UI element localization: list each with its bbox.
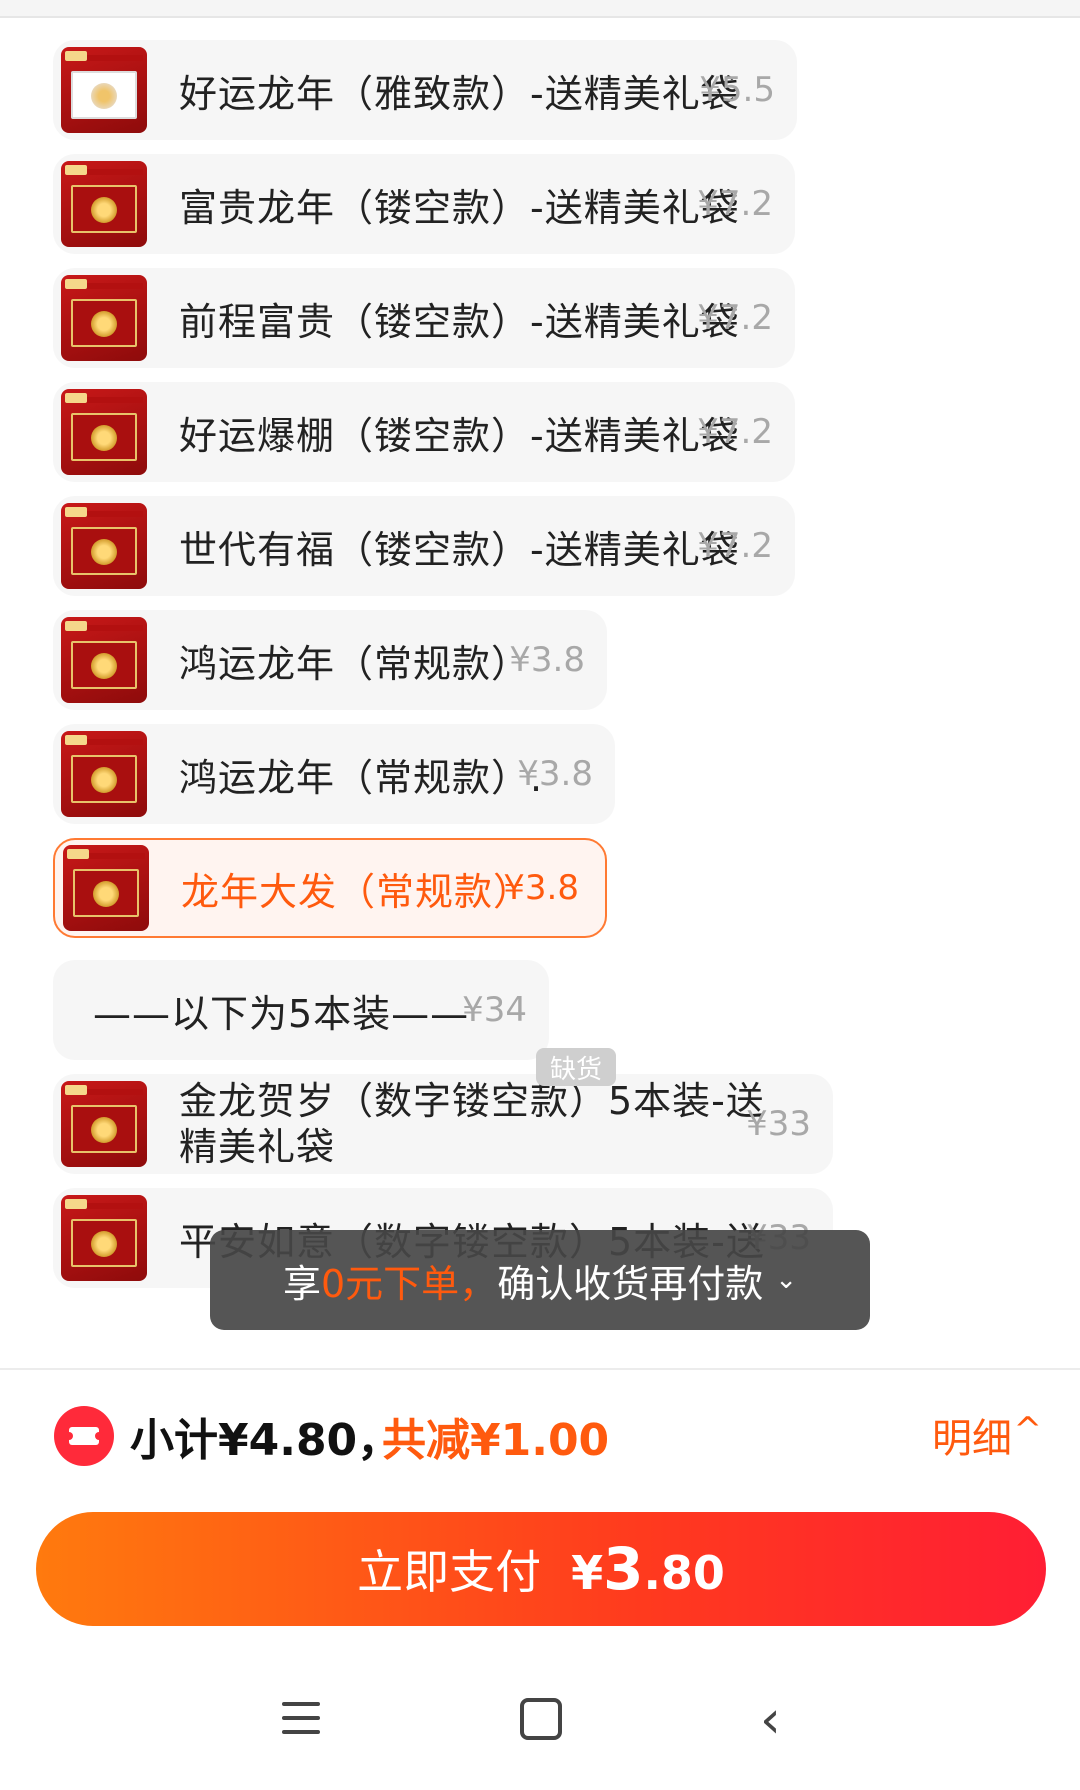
pay-button-label: 立即支付 bbox=[357, 1545, 542, 1599]
toast-prefix: 享 bbox=[282, 1261, 321, 1306]
product-thumbnail bbox=[61, 1195, 147, 1281]
discount-text: 共减¥1.00 bbox=[382, 1415, 610, 1466]
sku-price: ¥33 bbox=[746, 1104, 811, 1144]
sku-option[interactable]: 富贵龙年（镂空款）-送精美礼袋 ¥7.2 bbox=[53, 154, 795, 254]
product-thumbnail bbox=[63, 845, 149, 931]
sku-price: ¥7.2 bbox=[697, 184, 773, 224]
system-nav-bar: ‹ bbox=[0, 1690, 1080, 1788]
out-of-stock-badge: 缺货 bbox=[536, 1048, 616, 1086]
toast-highlight: 0元下单， bbox=[321, 1261, 498, 1306]
sku-name: ——以下为5本装—— bbox=[93, 991, 470, 1036]
product-thumbnail bbox=[61, 389, 147, 475]
sku-option[interactable]: 好运龙年（雅致款）-送精美礼袋 ¥5.5 bbox=[53, 40, 797, 140]
sku-option[interactable]: 世代有福（镂空款）-送精美礼袋 ¥7.2 bbox=[53, 496, 795, 596]
toast-suffix: 确认收货再付款 bbox=[497, 1261, 764, 1306]
menu-icon[interactable] bbox=[282, 1702, 320, 1734]
sku-list: 好运龙年（雅致款）-送精美礼袋 ¥5.5 富贵龙年（镂空款）-送精美礼袋 ¥7.… bbox=[16, 18, 1064, 1368]
product-thumbnail bbox=[61, 617, 147, 703]
chevron-down-icon: ⌄ bbox=[775, 1265, 797, 1295]
zero-yuan-order-toast[interactable]: 享 0元下单， 确认收货再付款 ⌄ bbox=[210, 1230, 870, 1330]
back-icon[interactable]: ‹ bbox=[760, 1690, 781, 1750]
sku-option[interactable]: 鸿运龙年（常规款）. ¥3.8 bbox=[53, 724, 615, 824]
sku-option[interactable]: 鸿运龙年（常规款） ¥3.8 bbox=[53, 610, 607, 710]
sku-name: 龙年大发（常规款） bbox=[181, 869, 533, 914]
chevron-up-icon[interactable]: ^ bbox=[1014, 1410, 1043, 1450]
pay-currency: ¥ bbox=[571, 1546, 604, 1600]
pay-now-button[interactable]: 立即支付 ¥3.80 bbox=[36, 1512, 1046, 1626]
sku-name: 世代有福（镂空款）-送精美礼袋 bbox=[179, 527, 740, 572]
sku-name: 好运龙年（雅致款）-送精美礼袋 bbox=[179, 71, 740, 116]
coupon-icon bbox=[54, 1406, 114, 1466]
sku-price: ¥34 bbox=[462, 990, 527, 1030]
sku-price: ¥5.5 bbox=[699, 70, 775, 110]
subtotal-text: 小计¥4.80， bbox=[130, 1415, 402, 1466]
sku-price: ¥3.8 bbox=[503, 868, 579, 908]
product-thumbnail bbox=[61, 47, 147, 133]
top-divider bbox=[0, 0, 1080, 18]
sku-option[interactable]: 前程富贵（镂空款）-送精美礼袋 ¥7.2 bbox=[53, 268, 795, 368]
sku-name: 鸿运龙年（常规款）. bbox=[179, 755, 544, 800]
sku-name: 金龙贺岁（数字镂空款）5本装-送精美礼袋 bbox=[179, 1079, 765, 1169]
sku-option[interactable]: ——以下为5本装—— ¥34 bbox=[53, 960, 549, 1060]
sku-price: ¥3.8 bbox=[509, 640, 585, 680]
pay-amount: ¥3.80 bbox=[571, 1535, 725, 1603]
sku-option-selected[interactable]: 龙年大发（常规款） ¥3.8 bbox=[53, 838, 607, 938]
product-thumbnail bbox=[61, 275, 147, 361]
sku-name: 鸿运龙年（常规款） bbox=[179, 641, 531, 686]
product-thumbnail bbox=[61, 731, 147, 817]
product-thumbnail bbox=[61, 503, 147, 589]
sku-name: 富贵龙年（镂空款）-送精美礼袋 bbox=[179, 185, 740, 230]
detail-link[interactable]: 明细 bbox=[932, 1406, 1012, 1464]
pay-amount-dec: .80 bbox=[643, 1546, 725, 1600]
sku-price: ¥7.2 bbox=[697, 298, 773, 338]
pay-amount-int: 3 bbox=[603, 1535, 644, 1603]
sku-price: ¥3.8 bbox=[517, 754, 593, 794]
sku-name: 好运爆棚（镂空款）-送精美礼袋 bbox=[179, 413, 740, 458]
sku-option[interactable]: 金龙贺岁（数字镂空款）5本装-送精美礼袋 ¥33 bbox=[53, 1074, 833, 1174]
sku-name: 前程富贵（镂空款）-送精美礼袋 bbox=[179, 299, 740, 344]
sku-price: ¥7.2 bbox=[697, 412, 773, 452]
product-thumbnail bbox=[61, 161, 147, 247]
home-icon[interactable] bbox=[520, 1698, 562, 1740]
sku-price: ¥7.2 bbox=[697, 526, 773, 566]
sku-option[interactable]: 好运爆棚（镂空款）-送精美礼袋 ¥7.2 bbox=[53, 382, 795, 482]
product-thumbnail bbox=[61, 1081, 147, 1167]
